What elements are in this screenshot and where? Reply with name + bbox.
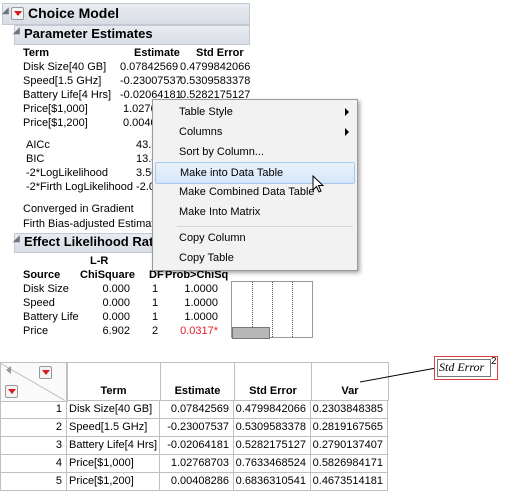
effect-prob: 1.0000 [184, 311, 218, 323]
table-cell[interactable]: Battery Life[4 Hrs] [66, 437, 160, 455]
table-cell[interactable]: 0.2790137407 [311, 437, 388, 455]
table-cell[interactable]: 0.5309583378 [234, 419, 311, 437]
menu-item-make-into-matrix[interactable]: Make Into Matrix [153, 202, 357, 222]
menu-item-sort-by-column[interactable]: Sort by Column... [153, 142, 357, 162]
dt-header-estimate[interactable]: Estimate [160, 362, 235, 401]
row-number[interactable]: 4 [0, 455, 67, 473]
param-stderr: 0.4799842066 [180, 61, 251, 73]
param-term: Speed[1.5 GHz] [23, 75, 102, 87]
table-cell[interactable]: Disk Size[40 GB] [66, 401, 160, 419]
param-estimate: 0.07842569 [120, 61, 179, 73]
table-cell[interactable]: Price[$1,200] [66, 473, 160, 491]
table-cell[interactable]: Speed[1.5 GHz] [66, 419, 160, 437]
red-triangle-icon [7, 389, 16, 394]
fit-stat-label: AICc [26, 139, 50, 151]
param-estimate: -0.23007537 [120, 75, 182, 87]
submenu-arrow-icon [345, 108, 349, 116]
col-header-term: Term [23, 47, 50, 59]
param-term: Price[$1,000] [23, 103, 88, 115]
bar-gridline [272, 282, 273, 337]
row-number[interactable]: 3 [0, 437, 67, 455]
choice-model-red-triangle-menu[interactable] [11, 7, 24, 20]
table-cell[interactable]: 0.5826984171 [311, 455, 388, 473]
firth-note: Firth Bias-adjusted Estimates [23, 218, 167, 230]
red-triangle-icon [13, 11, 22, 16]
param-term: Price[$1,200] [23, 117, 88, 129]
effect-source: Speed [23, 297, 55, 309]
effect-prob: 0.0317* [180, 325, 218, 337]
table-cell[interactable]: 0.07842569 [160, 401, 234, 419]
effect-bar [232, 327, 270, 339]
effect-chisq: 6.902 [102, 325, 130, 337]
fit-stat-label: -2*LogLikelihood [26, 167, 108, 179]
effect-lr-title: Effect Likelihood Ratio [24, 234, 165, 249]
param-term: Disk Size[40 GB] [23, 61, 107, 73]
menu-item-columns[interactable]: Columns [153, 122, 357, 142]
effect-chisq: 0.000 [102, 297, 130, 309]
menu-item-copy-column[interactable]: Copy Column [153, 228, 357, 248]
formula-exponent: 2 [491, 356, 497, 367]
data-table-corner [0, 362, 68, 402]
menu-item-copy-table[interactable]: Copy Table [153, 248, 357, 268]
effect-source: Battery Life [23, 311, 79, 323]
table-cell[interactable]: 0.4673514181 [311, 473, 388, 491]
fit-stat-label: BIC [26, 153, 45, 165]
context-menu: Table Style Columns Sort by Column... Ma… [152, 99, 358, 271]
effect-source: Price [23, 325, 49, 337]
table-cell[interactable]: 0.4799842066 [234, 401, 311, 419]
mouse-cursor-icon [312, 175, 325, 193]
table-cell[interactable]: 0.00408286 [160, 473, 234, 491]
param-term: Battery Life[4 Hrs] [23, 89, 112, 101]
table-cell[interactable]: 1.02768703 [160, 455, 234, 473]
table-cell[interactable]: 0.2819167565 [311, 419, 388, 437]
table-cell[interactable]: Price[$1,000] [66, 455, 160, 473]
effect-chisq: 0.000 [102, 311, 130, 323]
dt-header-stderr[interactable]: Std Error [234, 362, 312, 401]
effect-prob: 1.0000 [184, 283, 218, 295]
table-cell[interactable]: 0.7633468524 [234, 455, 311, 473]
menu-item-make-combined-data-table[interactable]: Make Combined Data Table [153, 182, 357, 202]
data-table: Term Estimate Std Error Var [66, 362, 389, 401]
table-cell[interactable]: 0.5282175127 [234, 437, 311, 455]
fit-stat-label: -2*Firth LogLikelihood [26, 181, 134, 193]
row-number[interactable]: 1 [0, 401, 67, 419]
rows-red-triangle-menu[interactable] [5, 385, 18, 398]
menu-item-table-style[interactable]: Table Style [153, 102, 357, 122]
table-red-triangle-menu[interactable] [39, 366, 52, 379]
col-header-estimate: Estimate [134, 47, 180, 59]
col-header-stderr: Std Error [196, 47, 244, 59]
param-stderr: 0.5309583378 [180, 75, 251, 87]
collapse-left-icon[interactable] [6, 366, 11, 374]
effect-col-source: Source [23, 269, 61, 281]
row-number[interactable]: 2 [0, 419, 67, 437]
formula-text: Std Error [439, 360, 485, 374]
bar-gridline [292, 282, 293, 337]
convergence-note: Converged in Gradient [23, 203, 134, 215]
callout-line [360, 367, 437, 383]
effect-col-chisq: ChiSquare [80, 269, 136, 281]
red-triangle-icon [41, 370, 50, 375]
lr-header: L-R [90, 255, 109, 267]
table-cell[interactable]: -0.23007537 [160, 419, 234, 437]
table-cell[interactable]: 0.2303848385 [311, 401, 388, 419]
table-cell[interactable]: -0.02064181 [160, 437, 234, 455]
submenu-arrow-icon [345, 128, 349, 136]
parameter-estimates-title: Parameter Estimates [24, 26, 153, 41]
menu-separator [177, 226, 353, 227]
formula-box: Std Error 2 [434, 356, 498, 380]
effect-source: Disk Size [23, 283, 69, 295]
report-title: Choice Model [28, 5, 120, 21]
dt-header-term[interactable]: Term [66, 362, 161, 401]
effect-prob: 1.0000 [184, 297, 218, 309]
effect-chisq: 0.000 [102, 283, 130, 295]
table-cell[interactable]: 0.6836310541 [234, 473, 311, 491]
data-table-header-row: Term Estimate Std Error Var [66, 362, 389, 401]
row-number[interactable]: 5 [0, 473, 67, 491]
